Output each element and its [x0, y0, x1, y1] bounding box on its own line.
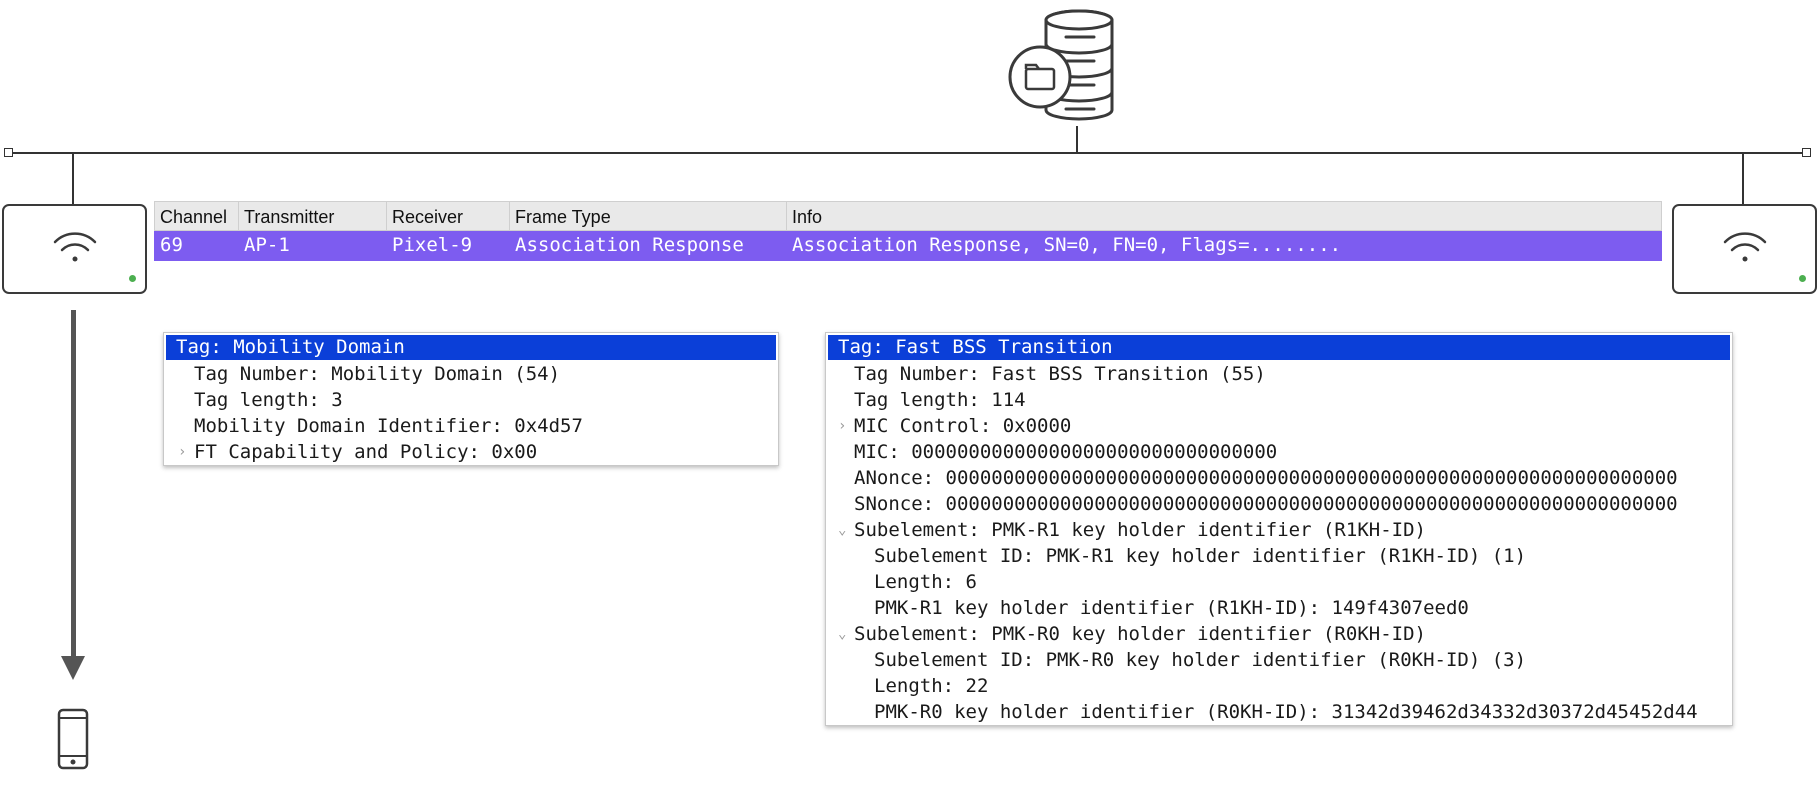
network-bus-line	[8, 152, 1806, 154]
arrow-head	[61, 656, 85, 680]
database-icon	[1008, 9, 1114, 121]
fast-bss-transition-pane: Tag: Fast BSS Transition Tag Number: Fas…	[825, 332, 1733, 726]
tag-fast-bss-transition-header[interactable]: Tag: Fast BSS Transition	[828, 335, 1730, 360]
tree-line[interactable]: Tag length: 114	[826, 387, 1732, 413]
tree-line-label: FT Capability and Policy: 0x00	[194, 441, 538, 463]
tree-line-expandable[interactable]: › FT Capability and Policy: 0x00	[164, 439, 778, 465]
tree-line[interactable]: Subelement ID: PMK-R1 key holder identif…	[826, 543, 1732, 569]
tree-line[interactable]: SNonce: 00000000000000000000000000000000…	[826, 491, 1732, 517]
access-point-left	[2, 204, 147, 294]
cell-info: Association Response, SN=0, FN=0, Flags=…	[792, 234, 1342, 256]
tree-line[interactable]: Tag Number: Mobility Domain (54)	[164, 361, 778, 387]
tree-line[interactable]: Tag Number: Fast BSS Transition (55)	[826, 361, 1732, 387]
tree-line-label: Subelement: PMK-R1 key holder identifier…	[854, 519, 1426, 541]
packet-row-selected[interactable]: 69 AP-1 Pixel-9 Association Response Ass…	[154, 231, 1662, 261]
server-connector	[1076, 126, 1078, 153]
chevron-down-icon[interactable]: ⌄	[838, 517, 846, 543]
tree-line-expanded[interactable]: ⌄ Subelement: PMK-R1 key holder identifi…	[826, 517, 1732, 543]
tree-line[interactable]: PMK-R0 key holder identifier (R0KH-ID): …	[826, 699, 1732, 725]
tree-line[interactable]: Mobility Domain Identifier: 0x4d57	[164, 413, 778, 439]
wifi-icon	[53, 232, 97, 262]
tree-line-label: Subelement: PMK-R0 key holder identifier…	[854, 623, 1426, 645]
packet-list-header: Channel Transmitter Receiver Frame Type …	[154, 201, 1662, 231]
tree-line[interactable]: Tag length: 3	[164, 387, 778, 413]
tree-line[interactable]: Length: 22	[826, 673, 1732, 699]
wifi-icon	[1723, 232, 1767, 262]
tree-line-expandable[interactable]: › MIC Control: 0x0000	[826, 413, 1732, 439]
column-header-info[interactable]: Info	[787, 202, 1661, 230]
status-led	[1799, 275, 1806, 282]
chevron-right-icon[interactable]: ›	[178, 439, 186, 465]
ap2-connector	[1742, 153, 1744, 205]
access-point-right	[1672, 204, 1817, 294]
packet-list: Channel Transmitter Receiver Frame Type …	[154, 201, 1662, 261]
chevron-right-icon[interactable]: ›	[838, 413, 846, 439]
phone-icon	[57, 708, 89, 770]
column-header-transmitter[interactable]: Transmitter	[239, 202, 387, 230]
column-header-channel[interactable]: Channel	[155, 202, 239, 230]
tree-line[interactable]: Length: 6	[826, 569, 1732, 595]
tree-line[interactable]: PMK-R1 key holder identifier (R1KH-ID): …	[826, 595, 1732, 621]
bus-endpoint-left	[4, 148, 13, 157]
tree-line[interactable]: Subelement ID: PMK-R0 key holder identif…	[826, 647, 1732, 673]
status-led	[129, 275, 136, 282]
cell-frame-type: Association Response	[515, 234, 744, 256]
column-header-frame-type[interactable]: Frame Type	[510, 202, 787, 230]
column-header-receiver[interactable]: Receiver	[387, 202, 510, 230]
database-server	[1008, 6, 1118, 132]
chevron-down-icon[interactable]: ⌄	[838, 621, 846, 647]
tree-line-label: MIC Control: 0x0000	[854, 415, 1072, 437]
bus-endpoint-right	[1802, 148, 1811, 157]
ap1-connector	[72, 153, 74, 205]
cell-transmitter: AP-1	[244, 234, 290, 256]
frame-direction-arrow	[71, 310, 76, 662]
mobility-domain-pane: Tag: Mobility Domain Tag Number: Mobilit…	[163, 332, 779, 466]
cell-channel: 69	[160, 234, 183, 256]
tree-line-expanded[interactable]: ⌄ Subelement: PMK-R0 key holder identifi…	[826, 621, 1732, 647]
tree-line[interactable]: MIC: 00000000000000000000000000000000	[826, 439, 1732, 465]
tag-mobility-domain-header[interactable]: Tag: Mobility Domain	[166, 335, 776, 360]
cell-receiver: Pixel-9	[392, 234, 473, 256]
phone-client	[57, 708, 89, 775]
tree-line[interactable]: ANonce: 00000000000000000000000000000000…	[826, 465, 1732, 491]
